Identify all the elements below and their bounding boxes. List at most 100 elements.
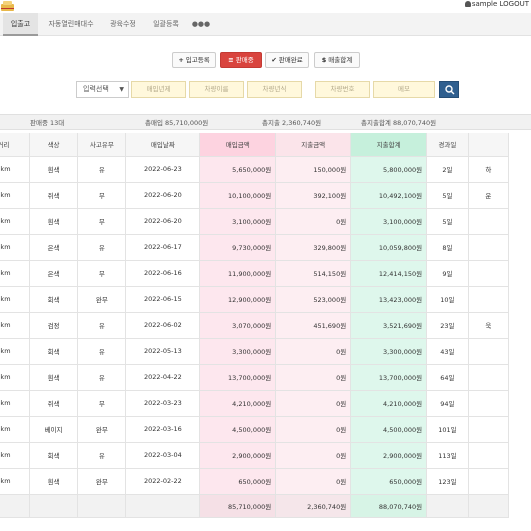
tab-bar: 입출고 자동열린매대수 광육수정 일괄등록 ●●● [0,13,531,36]
selling-count: 판매중 13대 [30,119,65,127]
table-row[interactable]: 0km쥐색무2022-03-234,210,000원0원4,210,000원94… [0,390,510,417]
table-row[interactable]: 0km흰색무2022-06-203,100,000원0원3,100,000원5일 [0,208,510,235]
tab-inout[interactable]: 입출고 [3,13,38,36]
add-stock-label: 입고등록 [185,56,210,64]
check-icon: ✔ [271,56,277,64]
list-icon: ≡ [228,56,234,64]
purchase-year-field[interactable]: 매입년제 [131,81,186,98]
cell-extra: 욱 [468,312,510,339]
sales-total-button[interactable]: $ 매출합계 [314,52,360,68]
header-expense-total[interactable]: 지출합계 [350,133,428,157]
filter-select[interactable]: 입력선택 ▼ [76,81,129,98]
table-row[interactable]: 0km은색유2022-06-179,730,000원329,800원10,059… [0,234,510,261]
header-color[interactable]: 색상 [29,133,79,157]
cell-purchase-amount: 5,650,000원 [199,156,277,183]
cell-purchase-date: 2022-03-23 [125,390,201,417]
cell-purchase-amount: 3,070,000원 [199,312,277,339]
table-row[interactable]: 0km베이지완무2022-03-164,500,000원0원4,500,000원… [0,416,510,443]
cell-extra [468,338,510,365]
cell-distance: 0km [0,208,30,235]
table-row[interactable]: 0km흰색완무2022-02-22650,000원0원650,000원123일 [0,468,510,495]
car-name-field[interactable]: 차량이름 [189,81,244,98]
cell-expense-amount: 0원 [275,208,352,235]
cell-purchase-date: 2022-02-22 [125,468,201,495]
add-stock-button[interactable]: + 입고등록 [172,52,216,68]
cell-expense-amount: 329,800원 [275,234,352,261]
cell-expense-amount: 0원 [275,390,352,417]
cell-extra [468,208,510,235]
cell-expense-amount: 0원 [275,468,352,495]
header-purchase-amount[interactable]: 매입금액 [199,133,277,157]
cell-elapsed-days: 64일 [426,364,469,391]
car-year-field[interactable]: 차량년식 [247,81,302,98]
cell-elapsed-days: 9일 [426,260,469,287]
header-elapsed-days[interactable]: 경과일 [426,133,469,157]
car-number-field[interactable]: 차량번호 [315,81,370,98]
cell-expense-amount: 150,000원 [275,156,352,183]
cell-elapsed-days: 123일 [426,468,469,495]
cell-expense-total: 4,210,000원 [350,390,428,417]
cell-distance: 0km [0,338,30,365]
tab-edit[interactable]: 광육수정 [103,13,143,36]
cell-purchase-amount: 12,900,000원 [199,286,277,313]
tab-more[interactable]: ●●● [188,13,214,36]
cell-accident: 유 [77,234,127,261]
expense-total: 총지출 2,360,740원 [262,119,322,127]
plus-icon: + [178,56,184,64]
table-row[interactable]: 0km회색유2022-03-042,900,000원0원2,900,000원11… [0,442,510,469]
cell-color: 은색 [29,234,79,261]
cell-expense-total: 2,900,000원 [350,442,428,469]
table-row[interactable]: 0km은색무2022-06-1611,900,000원514,150원12,41… [0,260,510,287]
tab-auto-count[interactable]: 자동열린매대수 [42,13,100,36]
cell-expense-total: 4,500,000원 [350,416,428,443]
sold-button[interactable]: ✔ 판매완료 [265,52,309,68]
table-row[interactable]: 0km흰색유2022-06-235,650,000원150,000원5,800,… [0,156,510,183]
cell-accident: 유 [77,442,127,469]
header-expense-amount[interactable]: 지출금액 [275,133,352,157]
cell-distance: 0km [0,234,30,261]
cell-purchase-date: 2022-05-13 [125,338,201,365]
footer-cell-color [29,494,79,518]
cell-distance: 0km [0,442,30,469]
cell-extra [468,416,510,443]
cell-purchase-date: 2022-06-20 [125,182,201,209]
cell-accident: 완무 [77,416,127,443]
cell-elapsed-days: 94일 [426,390,469,417]
sold-label: 판매완료 [278,56,303,64]
header-distance[interactable]: 거리 [0,133,30,157]
cell-color: 회색 [29,338,79,365]
cell-color: 흰색 [29,208,79,235]
logo-icon[interactable] [0,0,16,12]
cell-purchase-amount: 9,730,000원 [199,234,277,261]
header-accident[interactable]: 사고유무 [77,133,127,157]
table-row[interactable]: 0km회색유2022-05-133,300,000원0원3,300,000원43… [0,338,510,365]
cell-distance: 0km [0,260,30,287]
cell-accident: 무 [77,182,127,209]
cell-accident: 완무 [77,468,127,495]
cell-purchase-date: 2022-04-22 [125,364,201,391]
cell-purchase-amount: 3,100,000원 [199,208,277,235]
search-icon [445,85,455,95]
header-purchase-date[interactable]: 매입날짜 [125,133,201,157]
table-row[interactable]: 0km흰색유2022-04-2213,700,000원0원13,700,000원… [0,364,510,391]
table-row[interactable]: 0km쥐색무2022-06-2010,100,000원392,100원10,49… [0,182,510,209]
user-icon [464,1,471,7]
table-row[interactable]: 0km검정유2022-06-023,070,000원451,690원3,521,… [0,312,510,339]
selling-label: 판매중 [235,56,254,64]
cell-extra [468,390,510,417]
cell-elapsed-days: 5일 [426,208,469,235]
selling-button[interactable]: ≡ 판매중 [220,52,262,68]
search-button[interactable] [439,81,459,98]
cell-accident: 무 [77,390,127,417]
grand-total: 총지출합계 88,070,740원 [361,119,437,127]
cell-expense-total: 12,414,150원 [350,260,428,287]
table-row[interactable]: 0km회색완무2022-06-1512,900,000원523,000원13,4… [0,286,510,313]
user-menu[interactable]: sample LOGOUT [464,0,529,8]
cell-expense-total: 13,423,000원 [350,286,428,313]
footer-cell-purchase-amount: 85,710,000원 [199,494,277,518]
cell-purchase-amount: 10,100,000원 [199,182,277,209]
memo-field[interactable]: 메모 [373,81,435,98]
cell-expense-total: 3,100,000원 [350,208,428,235]
tab-bulk-register[interactable]: 일괄등록 [146,13,186,36]
cell-purchase-amount: 3,300,000원 [199,338,277,365]
